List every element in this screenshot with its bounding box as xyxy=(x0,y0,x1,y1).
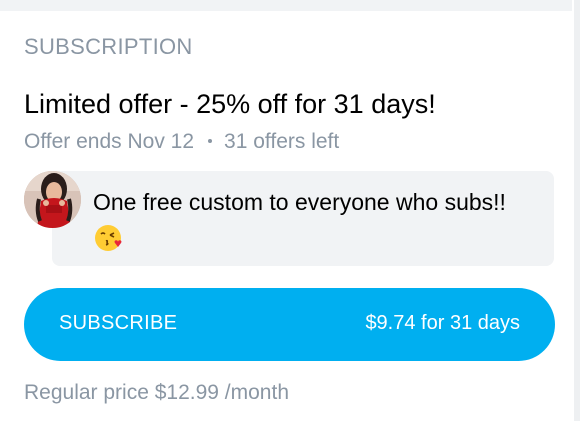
offer-title: Limited offer - 25% off for 31 days! xyxy=(24,89,436,119)
top-divider-strip xyxy=(0,0,572,11)
subscribe-label: SUBSCRIBE xyxy=(59,312,178,334)
section-title: SUBSCRIPTION xyxy=(24,34,193,59)
subscribe-button[interactable]: SUBSCRIBE $9.74 for 31 days xyxy=(24,288,555,361)
face-blowing-kiss-icon xyxy=(95,225,122,251)
offer-meta: Offer ends Nov 12 31 offers left xyxy=(24,130,339,154)
avatar[interactable] xyxy=(24,171,81,228)
offers-left-count: 31 offers left xyxy=(224,130,340,153)
message-text: One free custom to everyone who subs!! xyxy=(93,185,548,253)
offer-end-date: Offer ends Nov 12 xyxy=(24,130,195,153)
regular-price: Regular price $12.99 /month xyxy=(24,381,289,404)
message-body: One free custom to everyone who subs!! xyxy=(93,189,506,215)
subscribe-price: $9.74 for 31 days xyxy=(365,312,520,334)
avatar-image xyxy=(24,171,81,228)
scrollbar-track[interactable] xyxy=(574,0,580,421)
separator-dot-icon xyxy=(208,139,213,143)
